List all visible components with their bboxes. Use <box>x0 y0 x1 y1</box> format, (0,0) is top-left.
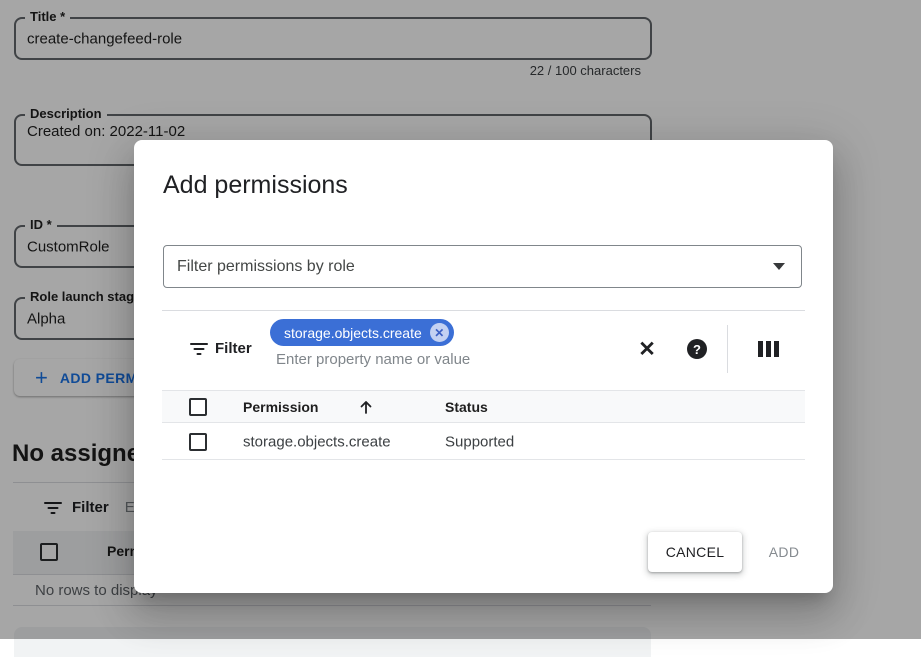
sort-ascending-icon[interactable] <box>358 399 374 415</box>
clear-filter-icon: ✕ <box>638 339 656 360</box>
cancel-button[interactable]: CANCEL <box>648 532 742 572</box>
permission-column-header[interactable]: Permission <box>243 399 318 415</box>
dialog-title: Add permissions <box>163 171 348 200</box>
filter-chip-text: storage.objects.create <box>284 325 422 341</box>
divider <box>162 310 805 311</box>
filter-label: Filter <box>215 340 252 357</box>
help-icon: ? <box>687 339 707 359</box>
add-button[interactable]: ADD <box>754 532 814 572</box>
status-cell: Supported <box>445 433 514 450</box>
remove-chip-icon[interactable]: ✕ <box>430 323 449 342</box>
dropdown-arrow-icon <box>773 263 785 270</box>
permission-cell: storage.objects.create <box>243 433 391 450</box>
table-row[interactable]: storage.objects.create Supported <box>162 424 805 460</box>
filter-icon <box>190 343 208 355</box>
select-all-checkbox[interactable] <box>189 398 207 416</box>
filter-chip[interactable]: storage.objects.create ✕ <box>270 319 454 346</box>
divider <box>727 325 728 373</box>
columns-icon <box>758 341 779 357</box>
dropdown-value: Filter permissions by role <box>177 258 773 276</box>
help-button[interactable]: ? <box>679 331 715 367</box>
status-column-header[interactable]: Status <box>445 399 488 415</box>
permissions-table-header: Permission Status <box>162 390 805 423</box>
row-checkbox[interactable] <box>189 433 207 451</box>
clear-filter-button[interactable]: ✕ <box>629 331 665 367</box>
add-permissions-dialog: Add permissions Filter permissions by ro… <box>134 140 833 593</box>
filter-permissions-by-role-dropdown[interactable]: Filter permissions by role <box>163 245 802 288</box>
column-display-button[interactable] <box>750 331 786 367</box>
permissions-filter-input[interactable] <box>274 350 558 369</box>
